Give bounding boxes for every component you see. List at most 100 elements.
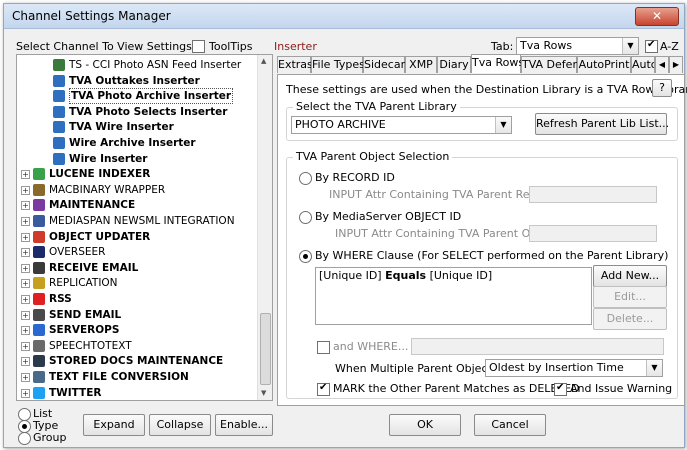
tab-extras[interactable]: Extras [277, 56, 313, 73]
by-mediaserver-radio[interactable] [299, 211, 312, 224]
speech-icon [33, 339, 45, 352]
parent-lib-group: Select the TVA Parent Library PHOTO ARCH… [286, 100, 678, 141]
funnel-icon [53, 90, 65, 103]
expand-plus-icon[interactable]: + [21, 201, 30, 211]
tree-item-label: STORED DOCS MAINTENANCE [49, 355, 224, 368]
leaf-icon [33, 168, 45, 181]
scroll-down-icon[interactable]: ▼ [261, 389, 266, 397]
tree-item-label: Wire Archive Inserter [69, 137, 196, 149]
parent-object-group: TVA Parent Object Selection By RECORD ID… [286, 150, 678, 399]
gear-icon [33, 199, 45, 212]
tree-scrollbar[interactable]: ▲ ▼ [257, 55, 272, 400]
channel-settings-window: Channel Settings Manager ✕ Select Channe… [3, 3, 687, 448]
expand-plus-icon[interactable]: + [21, 217, 30, 226]
expand-plus-icon[interactable]: + [21, 232, 30, 242]
mark-deleted-checkbox[interactable] [317, 382, 330, 396]
expand-plus-icon[interactable]: + [21, 388, 30, 398]
and-where-checkbox[interactable] [317, 341, 330, 354]
tab-select[interactable]: Tva Rows ▼ [516, 37, 639, 55]
twitter-icon [33, 386, 45, 399]
parent-lib-select[interactable]: PHOTO ARCHIVE ▼ [291, 116, 512, 134]
view-group-label: Group [33, 431, 67, 444]
issue-warning-checkbox[interactable] [554, 382, 567, 396]
funnel-icon [53, 137, 65, 149]
tab-tva-defer[interactable]: TVA Defer [521, 56, 577, 73]
expand-plus-icon[interactable]: + [21, 170, 30, 180]
chevron-down-icon: ▼ [622, 38, 638, 54]
expand-plus-icon[interactable]: + [21, 310, 30, 320]
tab-autofi[interactable]: AutoFi [631, 56, 655, 73]
tab-tva-rows[interactable]: Tva Rows [471, 54, 524, 73]
expand-plus-icon[interactable]: + [21, 295, 30, 304]
funnel-icon [53, 74, 65, 87]
tree-item-label: MACBINARY WRAPPER [49, 183, 166, 196]
and-where-input[interactable] [411, 338, 664, 355]
enable-button[interactable]: Enable... [215, 414, 273, 436]
tree-item-label: TVA Photo Selects Inserter [69, 105, 228, 118]
by-record-radio[interactable] [299, 172, 312, 185]
where-clause-list[interactable]: [Unique ID] Equals [Unique ID] [315, 267, 592, 325]
and-where-label: and WHERE... [333, 340, 409, 353]
record-id-input[interactable] [529, 186, 657, 203]
chevron-down-icon: ▼ [495, 117, 511, 133]
expand-plus-icon[interactable]: + [21, 341, 30, 351]
channel-tree[interactable]: TS - CCI Photo ASN Feed Inserter TVA Outt… [16, 54, 273, 401]
expand-plus-icon[interactable]: + [21, 263, 30, 273]
view-group-radio[interactable] [18, 432, 31, 445]
refresh-parent-lib-button[interactable]: Refresh Parent Lib List... [535, 113, 669, 135]
expand-plus-icon[interactable]: + [21, 279, 30, 289]
tree-item-label: REPLICATION [49, 277, 118, 290]
issue-warning-label: And Issue Warning [570, 382, 673, 395]
scroll-up-icon[interactable]: ▲ [261, 57, 266, 65]
delete-button[interactable]: Delete... [593, 308, 667, 330]
ok-button[interactable]: OK [389, 414, 461, 436]
expand-plus-icon[interactable]: + [21, 373, 30, 382]
tree-item-label: TS - CCI Photo ASN Feed Inserter [69, 59, 242, 71]
tree-item-label: RSS [49, 293, 72, 305]
tab-xmp[interactable]: XMP [405, 56, 437, 73]
tree-item-label: TVA Photo Archive Inserter [69, 88, 234, 105]
document-icon [33, 371, 45, 383]
tooltips-checkbox[interactable] [192, 40, 205, 53]
collapse-button[interactable]: Collapse [149, 414, 211, 436]
tree-item-label: OBJECT UPDATER [49, 230, 151, 243]
object-id-input[interactable] [529, 225, 657, 242]
tab-scroll-left-icon[interactable]: ◀ [655, 56, 669, 73]
help-button[interactable]: ? [652, 79, 672, 97]
az-checkbox[interactable] [645, 39, 658, 53]
tab-scroll-right-icon[interactable]: ▶ [669, 56, 683, 73]
title-bar: Channel Settings Manager ✕ [4, 4, 684, 29]
add-new-button[interactable]: Add New... [593, 265, 667, 287]
expand-button[interactable]: Expand [83, 414, 145, 436]
tab-sidecar[interactable]: Sidecar [363, 56, 405, 73]
funnel-icon [53, 152, 65, 165]
by-mediaserver-label: By MediaServer OBJECT ID [315, 210, 462, 223]
pen-icon [33, 261, 45, 274]
tree-item-label: TEXT FILE CONVERSION [49, 371, 189, 383]
cancel-button[interactable]: Cancel [474, 414, 546, 436]
scroll-thumb[interactable] [260, 313, 271, 385]
tree-item-label: TWITTER [49, 386, 102, 399]
edit-button[interactable]: Edit... [593, 286, 667, 308]
tab-autoprint[interactable]: AutoPrint [577, 56, 631, 73]
tab-select-value: Tva Rows [520, 39, 573, 52]
expand-plus-icon[interactable]: + [21, 185, 30, 195]
tab-file-types[interactable]: File Types [311, 56, 365, 73]
expand-plus-icon[interactable]: + [21, 357, 30, 367]
expand-plus-icon[interactable]: + [21, 326, 30, 336]
chevron-down-icon: ▼ [646, 360, 662, 376]
tree-item-label: MAINTENANCE [49, 199, 136, 212]
where-clause-left: [Unique ID] [319, 269, 382, 282]
multiple-match-select[interactable]: Oldest by Insertion Time ▼ [485, 359, 663, 377]
channel-name-label: Inserter [274, 40, 317, 53]
tree-item-label: SERVEROPS [49, 324, 120, 337]
expand-plus-icon[interactable]: + [21, 248, 30, 258]
tree-item-label: RECEIVE EMAIL [49, 261, 139, 274]
package-icon [33, 183, 45, 196]
tree-item-label: LUCENE INDEXER [49, 168, 151, 181]
close-button[interactable]: ✕ [635, 7, 679, 26]
tab-diary[interactable]: Diary [437, 56, 471, 73]
by-where-radio[interactable] [299, 250, 312, 263]
parent-lib-value: PHOTO ARCHIVE [295, 118, 386, 131]
by-where-label: By WHERE Clause (For SELECT performed on… [315, 249, 669, 262]
